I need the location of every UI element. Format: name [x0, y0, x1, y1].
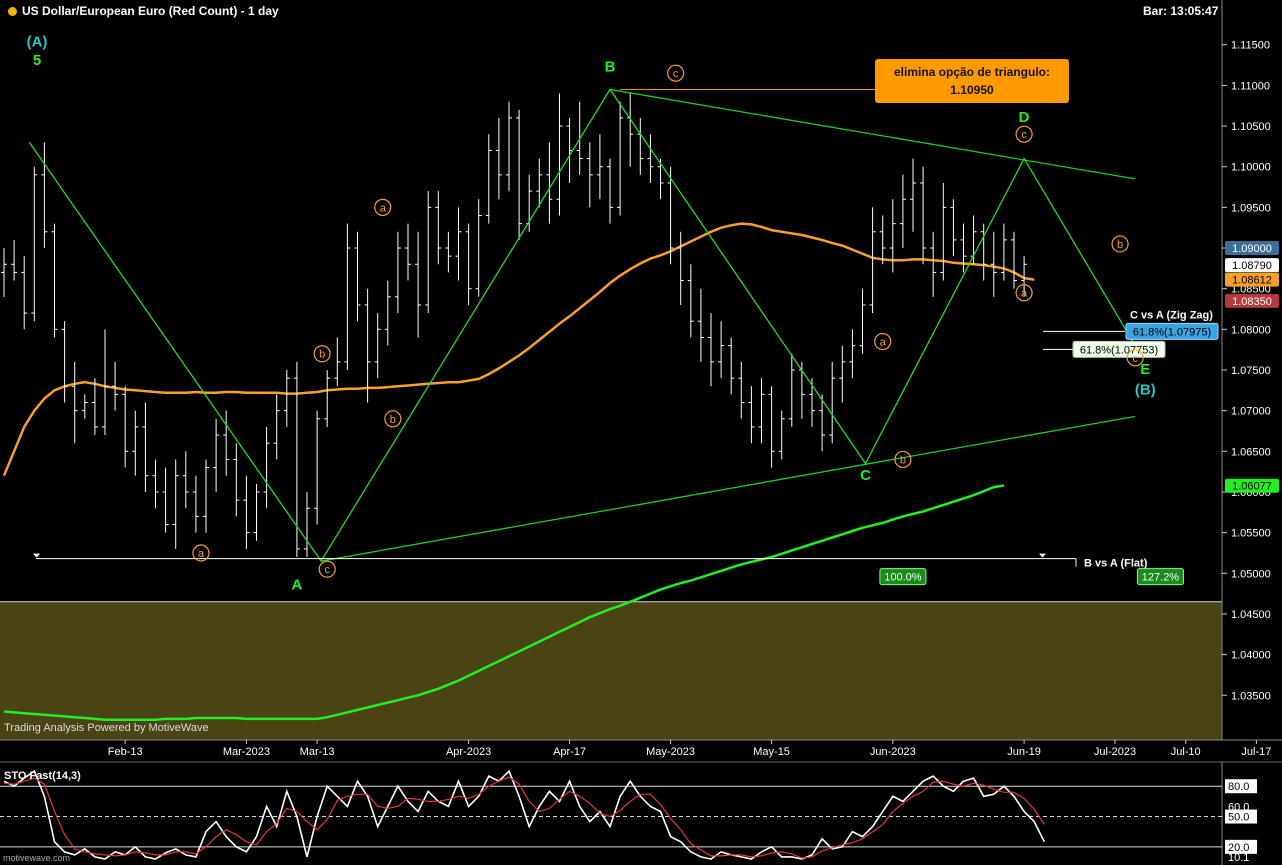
date-tick-label: Jun-19: [1007, 746, 1041, 758]
subwave-label: a: [380, 202, 387, 214]
chart-title-text: US Dollar/European Euro (Red Count) - 1 …: [22, 4, 279, 18]
date-tick-label: Mar-2023: [223, 746, 270, 758]
price-tick-label: 1.05000: [1231, 568, 1271, 580]
subwave-label: b: [1117, 239, 1123, 251]
wave-label: B: [605, 59, 616, 76]
stoch-k-line: [3, 769, 1046, 860]
subwave-label: c: [673, 68, 679, 80]
annotation-callout[interactable]: elimina opção de triangulo: 1.10950: [875, 59, 1069, 103]
price-tick-label: 1.09500: [1231, 202, 1271, 214]
price-tick-label: 1.05500: [1231, 528, 1271, 540]
moving-average-line: [2, 222, 1035, 477]
stoch-tick-label: 20.0: [1228, 842, 1249, 854]
price-tick-label: 1.11500: [1231, 40, 1270, 52]
date-tick-label: Feb-13: [108, 746, 143, 758]
price-tag-label: 1.08790: [1232, 260, 1272, 272]
wave-label: D: [1019, 109, 1030, 126]
wave-label: (B): [1135, 381, 1156, 398]
date-tick-label: May-2023: [646, 746, 695, 758]
subwave-label: c: [1132, 353, 1138, 365]
lower-trendline: [321, 415, 1136, 562]
subwave-label: b: [319, 349, 325, 361]
subwave-label: b: [900, 454, 906, 466]
watermark-text: motivewave.com: [3, 853, 71, 863]
subwave-label: a: [198, 548, 205, 560]
instrument-dot-icon: [8, 7, 17, 16]
bar-timer: Bar: 13:05:47: [1143, 4, 1219, 18]
stoch-d-line: [3, 776, 1045, 859]
date-tick-label: Jul-10: [1171, 746, 1201, 758]
subwave-label: a: [880, 337, 887, 349]
fib-tag-label: 127.2%: [1142, 572, 1180, 584]
subwave-label: b: [390, 414, 396, 426]
wave-zigzag: [28, 88, 1136, 563]
subwave-label: c: [1021, 129, 1027, 141]
fib-zigzag-tag-label: 61.8%(1.07753): [1080, 344, 1158, 356]
wave-label: C: [860, 467, 871, 484]
wave-label: (A): [27, 33, 48, 50]
price-tick-label: 1.11000: [1231, 80, 1270, 92]
callout-line-2: 1.10950: [950, 83, 994, 97]
price-tick-label: 1.07000: [1231, 406, 1271, 418]
stoch-tick-label: 80.0: [1228, 781, 1249, 793]
date-tick-label: May-15: [753, 746, 790, 758]
price-tick-label: 1.04500: [1231, 609, 1271, 621]
price-tick-label: 1.07500: [1231, 365, 1271, 377]
price-tag-label: 1.08612: [1232, 275, 1272, 287]
price-tag-label: 1.08350: [1232, 296, 1272, 308]
subwave-label: a: [1021, 288, 1028, 300]
fib-tag-label: 100.0%: [884, 572, 922, 584]
chart-canvas[interactable]: 1.03500 1.04000 1.04500 1.05000 1.05500 1.060…: [0, 0, 1282, 865]
date-tick-label: Apr-17: [553, 746, 586, 758]
chart-title: US Dollar/European Euro (Red Count) - 1 …: [8, 4, 279, 18]
subwave-label: c: [324, 564, 330, 576]
price-tag-label: 1.09000: [1232, 243, 1272, 255]
date-tick-label: Jul-17: [1241, 746, 1271, 758]
wave-label: E: [1140, 361, 1150, 378]
stoch-tick-label: 60.0: [1228, 801, 1249, 813]
wave-label: A: [291, 577, 302, 594]
price-tick-label: 1.03500: [1231, 690, 1271, 702]
credit-text: Trading Analysis Powered by MotiveWave: [4, 722, 209, 734]
price-tick-label: 1.04000: [1231, 650, 1271, 662]
price-tag-label: 1.06077: [1232, 481, 1272, 493]
fib-zigzag-tag-label: 61.8%(1.07975): [1133, 326, 1211, 338]
callout-line-1: elimina opção de triangulo:: [893, 65, 1051, 79]
stochastic-title: STO Fast(14,3): [4, 770, 81, 782]
wave-label: 5: [33, 52, 41, 69]
fib-end-marker-icon: [1039, 553, 1046, 558]
date-tick-label: Mar-13: [300, 746, 335, 758]
price-tick-label: 1.08000: [1231, 324, 1271, 336]
price-tick-label: 1.06500: [1231, 446, 1271, 458]
date-tick-label: Apr-2023: [446, 746, 491, 758]
fib-start-marker-icon: [33, 553, 40, 558]
date-tick-label: Jul-2023: [1094, 746, 1136, 758]
price-tick-label: 1.10000: [1231, 162, 1271, 174]
fib-zigzag-label: C vs A (Zig Zag): [1130, 309, 1213, 321]
fib-flat-label: B vs A (Flat): [1084, 558, 1148, 570]
price-tick-label: 1.10500: [1231, 121, 1271, 133]
date-tick-label: Jun-2023: [870, 746, 916, 758]
